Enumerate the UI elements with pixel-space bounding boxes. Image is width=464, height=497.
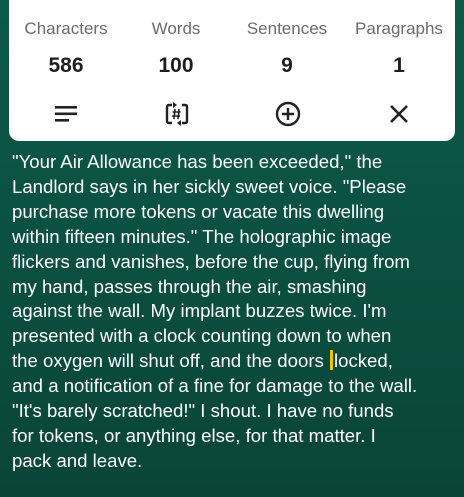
hashtag-cycle-button[interactable] — [157, 96, 197, 132]
close-button[interactable] — [379, 96, 419, 132]
stat-characters-label: Characters — [24, 19, 108, 38]
stat-paragraphs-value: 1 — [393, 54, 405, 77]
text-line: "Your Air Allowance has been exceeded," … — [12, 151, 383, 172]
text-line: against the wall. My implant buzzes twic… — [12, 300, 387, 322]
stat-words-value: 100 — [158, 54, 194, 77]
stat-sentences-label: Sentences — [246, 19, 328, 38]
text-line: for tokens, or anything else, for that m… — [12, 424, 376, 446]
editor-text[interactable]: "Your Air Allowance has been exceeded," … — [12, 150, 460, 474]
hashtag-cycle-icon — [165, 102, 189, 126]
stat-characters-value: 586 — [48, 54, 84, 77]
stat-words-label: Words — [151, 19, 201, 38]
menu-lines-icon — [55, 106, 77, 122]
text-line: within fifteen minutes." The holographic… — [12, 225, 392, 247]
text-after-cursor: locked, — [333, 350, 393, 372]
stat-paragraphs-label: Paragraphs — [355, 19, 443, 38]
text-line: "It's barely scratched!" I shout. I have… — [12, 400, 394, 422]
text-line: presented with a clock counting down to … — [12, 325, 392, 347]
text-line-with-cursor: the oxygen will shut off, and the doors … — [12, 349, 460, 374]
menu-button[interactable] — [46, 96, 86, 132]
stat-sentences-value: 9 — [281, 54, 293, 77]
close-icon — [390, 105, 408, 123]
text-line: my hand, passes through the air, smashin… — [12, 275, 367, 297]
add-button[interactable] — [268, 96, 308, 132]
text-line: flickers and vanishes, before the cup, f… — [12, 250, 410, 272]
text-line: pack and leave. — [12, 449, 143, 471]
text-cursor — [329, 350, 333, 371]
stats-card: Characters 586 Words 100 Sentences 9 Par… — [9, 0, 455, 141]
text-line: purchase more tokens or vacate this dwel… — [12, 200, 385, 222]
text-line: Landlord says in her sickly sweet voice.… — [12, 175, 407, 197]
text-before-cursor: the oxygen will shut off, and the doors — [12, 350, 329, 372]
text-line: and a notification of a fine for damage … — [12, 375, 418, 397]
plus-circle-icon — [275, 101, 301, 127]
